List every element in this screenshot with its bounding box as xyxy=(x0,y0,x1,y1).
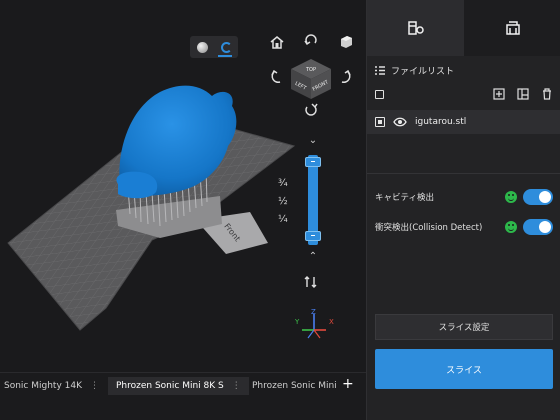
cavity-detection-row: キャビティ検出 xyxy=(375,188,553,206)
height-fraction-three-quarter: ¾ xyxy=(278,178,288,189)
tab-label: Sonic Mighty 14K xyxy=(4,381,82,391)
home-view-icon[interactable] xyxy=(268,34,286,50)
axis-x-label: X xyxy=(329,318,334,326)
cavity-detection-toggle[interactable] xyxy=(523,189,553,205)
slider-up-chevron-icon[interactable]: ⌃ xyxy=(300,251,326,262)
add-printer-icon[interactable]: + xyxy=(342,376,354,392)
slider-top-handle[interactable] xyxy=(305,157,321,167)
file-name: igutarou.stl xyxy=(415,117,467,127)
collision-detection-toggle[interactable] xyxy=(523,219,553,235)
file-list-toolbar xyxy=(375,88,555,102)
file-list-title: ファイルリスト xyxy=(391,67,455,77)
slicer-app: TOP LEFT FRONT ⌄ ⌃ ¾ ½ ¼ Y Z X Front Son… xyxy=(0,0,560,420)
tab-printer-settings[interactable] xyxy=(464,0,560,56)
printer-tab-bar: Sonic Mighty 14K ⋮ Phrozen Sonic Mini 8K … xyxy=(0,372,366,420)
file-list-area xyxy=(367,134,560,174)
rotate-up-icon[interactable] xyxy=(302,32,320,50)
slider-down-chevron-icon[interactable]: ⌄ xyxy=(300,135,326,146)
axes-gizmo: Y Z X xyxy=(294,308,334,339)
list-icon xyxy=(375,66,385,75)
file-list-header: ファイルリスト xyxy=(375,64,454,77)
tab-label: Phrozen Sonic Mini 8I xyxy=(252,381,338,391)
axis-y-label: Y xyxy=(294,318,300,326)
collision-detection-label: 衝突検出(Collision Detect) xyxy=(375,223,483,233)
kebab-menu-icon[interactable]: ⋮ xyxy=(90,381,99,391)
layout-icon[interactable] xyxy=(517,88,529,100)
tab-label: Phrozen Sonic Mini 8K S xyxy=(116,381,224,391)
wireframe-view-icon[interactable] xyxy=(220,41,232,53)
layer-adjust-icon[interactable] xyxy=(302,275,320,289)
rotate-left-icon[interactable] xyxy=(268,68,286,86)
side-panel: ファイルリスト igutarou.stl キャビティ検出 衝突検出(Collis… xyxy=(366,0,560,420)
visibility-eye-icon[interactable] xyxy=(393,117,407,127)
layer-height-slider[interactable]: ⌄ ⌃ xyxy=(300,133,326,273)
file-settings-icon xyxy=(407,21,424,35)
add-file-icon[interactable] xyxy=(493,88,505,100)
navigation-cube[interactable]: TOP LEFT FRONT xyxy=(289,57,333,101)
slider-bottom-handle[interactable] xyxy=(305,231,321,241)
status-ok-icon xyxy=(505,221,517,233)
height-fraction-half: ½ xyxy=(278,196,288,207)
tab-file-list[interactable] xyxy=(367,0,464,56)
axis-z-label: Z xyxy=(311,308,316,316)
rotate-down-icon[interactable] xyxy=(302,100,320,118)
render-mode-toggle[interactable] xyxy=(190,36,238,58)
cavity-detection-label: キャビティ検出 xyxy=(375,193,434,203)
tab-phrozen-sonic-mini-8i[interactable]: Phrozen Sonic Mini 8I xyxy=(252,377,338,395)
trash-icon[interactable] xyxy=(541,88,553,100)
cube-view-icon[interactable] xyxy=(337,33,355,51)
navcube-top-label: TOP xyxy=(305,67,316,73)
tab-sonic-mighty-14k[interactable]: Sonic Mighty 14K ⋮ xyxy=(4,377,99,395)
solid-view-icon[interactable] xyxy=(196,41,208,53)
collision-detection-row: 衝突検出(Collision Detect) xyxy=(375,218,553,236)
status-ok-icon xyxy=(505,191,517,203)
slice-button[interactable]: スライス xyxy=(375,349,553,389)
slice-settings-button[interactable]: スライス設定 xyxy=(375,314,553,340)
kebab-menu-icon[interactable]: ⋮ xyxy=(232,381,241,391)
3d-viewport[interactable]: TOP LEFT FRONT ⌄ ⌃ ¾ ½ ¼ Y Z X Front xyxy=(0,0,366,372)
active-mode-indicator xyxy=(218,55,232,57)
select-all-checkbox[interactable] xyxy=(375,90,384,99)
rotate-right-icon[interactable] xyxy=(336,68,354,86)
printer-icon xyxy=(505,21,520,35)
height-fraction-quarter: ¼ xyxy=(278,214,288,225)
file-checkbox[interactable] xyxy=(375,117,385,127)
file-row-igutarou[interactable]: igutarou.stl xyxy=(367,110,560,134)
tab-phrozen-sonic-mini-8k-s[interactable]: Phrozen Sonic Mini 8K S ⋮ xyxy=(108,377,249,395)
panel-tabs xyxy=(367,0,560,56)
